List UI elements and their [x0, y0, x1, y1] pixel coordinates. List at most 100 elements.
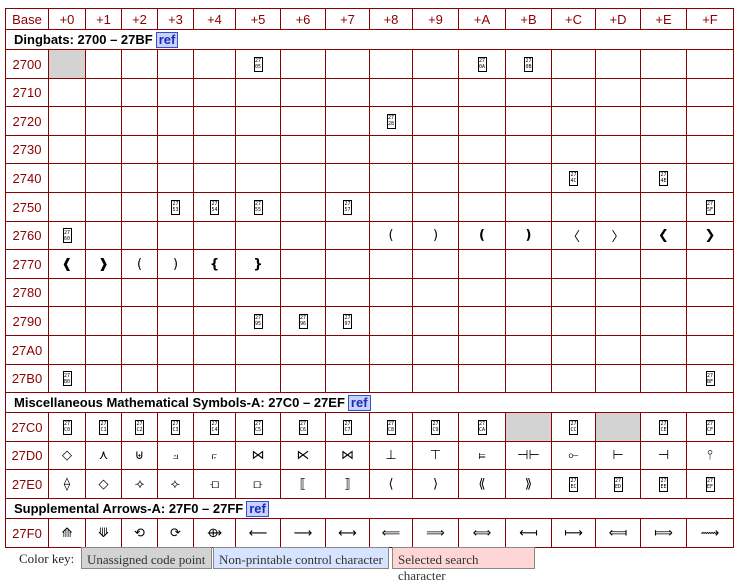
code-point-cell[interactable]: ⋏ — [85, 441, 122, 470]
code-point-cell[interactable] — [412, 335, 459, 365]
code-point-cell[interactable] — [551, 135, 596, 164]
code-point-cell[interactable] — [85, 106, 122, 136]
code-point-cell[interactable] — [551, 335, 596, 365]
code-point-cell[interactable]: ⟔ — [193, 441, 236, 470]
code-point-cell[interactable] — [595, 412, 641, 442]
code-point-cell[interactable] — [193, 221, 236, 250]
code-point-cell[interactable]: 27 53 — [157, 192, 194, 222]
code-point-cell[interactable]: ⫢ — [458, 441, 506, 470]
code-point-cell[interactable]: 〈 — [551, 221, 596, 250]
code-point-cell[interactable] — [325, 249, 370, 279]
code-point-cell[interactable] — [193, 49, 236, 79]
code-point-cell[interactable]: 27 0B — [505, 49, 552, 79]
code-point-cell[interactable] — [640, 364, 687, 393]
code-point-cell[interactable] — [369, 49, 413, 79]
code-point-cell[interactable]: ) — [505, 221, 552, 250]
code-point-cell[interactable] — [412, 49, 459, 79]
code-point-cell[interactable] — [412, 249, 459, 279]
code-point-cell[interactable] — [369, 364, 413, 393]
code-point-cell[interactable] — [121, 78, 158, 107]
code-point-cell[interactable]: ⟲ — [121, 518, 158, 548]
ref-link[interactable]: ref — [246, 500, 269, 517]
code-point-cell[interactable] — [280, 49, 326, 79]
code-point-cell[interactable] — [412, 306, 459, 336]
code-point-cell[interactable]: 27 C0 — [48, 412, 86, 442]
code-point-cell[interactable]: { — [193, 249, 236, 279]
code-point-cell[interactable] — [48, 135, 86, 164]
code-point-cell[interactable]: ⟳ — [157, 518, 194, 548]
code-point-cell[interactable] — [595, 78, 641, 107]
code-point-cell[interactable]: 27 CF — [686, 412, 734, 442]
code-point-cell[interactable] — [458, 249, 506, 279]
code-point-cell[interactable] — [551, 278, 596, 307]
code-point-cell[interactable]: ⊤ — [412, 441, 459, 470]
code-point-cell[interactable]: ⟱ — [85, 518, 122, 548]
code-point-cell[interactable]: ⊢ — [595, 441, 641, 470]
code-point-cell[interactable] — [121, 192, 158, 222]
code-point-cell[interactable] — [280, 335, 326, 365]
code-point-cell[interactable]: 27 95 — [235, 306, 281, 336]
code-point-cell[interactable] — [551, 106, 596, 136]
code-point-cell[interactable] — [157, 49, 194, 79]
code-point-cell[interactable] — [235, 106, 281, 136]
code-point-cell[interactable]: 27 54 — [193, 192, 236, 222]
code-point-cell[interactable] — [412, 78, 459, 107]
code-point-cell[interactable] — [193, 364, 236, 393]
code-point-cell[interactable] — [505, 412, 552, 442]
code-point-cell[interactable] — [48, 335, 86, 365]
code-point-cell[interactable] — [280, 135, 326, 164]
code-point-cell[interactable]: 27 EE — [640, 469, 687, 499]
code-point-cell[interactable] — [595, 278, 641, 307]
code-point-cell[interactable] — [369, 192, 413, 222]
code-point-cell[interactable] — [121, 221, 158, 250]
code-point-cell[interactable]: ⟨ — [369, 469, 413, 499]
code-point-cell[interactable] — [369, 306, 413, 336]
code-point-cell[interactable]: 27 CC — [551, 412, 596, 442]
code-point-cell[interactable] — [121, 135, 158, 164]
code-point-cell[interactable] — [458, 135, 506, 164]
code-point-cell[interactable] — [325, 364, 370, 393]
code-point-cell[interactable] — [280, 221, 326, 250]
code-point-cell[interactable]: 27 96 — [280, 306, 326, 336]
code-point-cell[interactable]: ⟫ — [505, 469, 552, 499]
code-point-cell[interactable]: ◇ — [85, 469, 122, 499]
code-point-cell[interactable] — [412, 163, 459, 193]
code-point-cell[interactable]: 27 C3 — [157, 412, 194, 442]
code-point-cell[interactable] — [325, 278, 370, 307]
code-point-cell[interactable]: 27 ED — [595, 469, 641, 499]
code-point-cell[interactable]: 27 BF — [686, 364, 734, 393]
code-point-cell[interactable] — [369, 249, 413, 279]
code-point-cell[interactable] — [48, 192, 86, 222]
code-point-cell[interactable] — [85, 364, 122, 393]
code-point-cell[interactable] — [235, 278, 281, 307]
code-point-cell[interactable] — [157, 306, 194, 336]
code-point-cell[interactable] — [369, 135, 413, 164]
code-point-cell[interactable] — [280, 364, 326, 393]
code-point-cell[interactable] — [325, 49, 370, 79]
code-point-cell[interactable]: 27 B0 — [48, 364, 86, 393]
code-point-cell[interactable] — [157, 163, 194, 193]
code-point-cell[interactable]: ❱ — [85, 249, 122, 279]
code-point-cell[interactable] — [193, 78, 236, 107]
code-point-cell[interactable]: ⋈ — [325, 441, 370, 470]
code-point-cell[interactable] — [551, 306, 596, 336]
code-point-cell[interactable] — [193, 135, 236, 164]
code-point-cell[interactable] — [325, 221, 370, 250]
code-point-cell[interactable] — [369, 163, 413, 193]
code-point-cell[interactable] — [280, 106, 326, 136]
code-point-cell[interactable] — [48, 106, 86, 136]
code-point-cell[interactable]: 27 C5 — [235, 412, 281, 442]
code-point-cell[interactable] — [325, 135, 370, 164]
code-point-cell[interactable] — [235, 135, 281, 164]
code-point-cell[interactable] — [85, 221, 122, 250]
code-point-cell[interactable]: ⋉ — [280, 441, 326, 470]
code-point-cell[interactable] — [85, 335, 122, 365]
code-point-cell[interactable] — [686, 163, 734, 193]
code-point-cell[interactable] — [235, 163, 281, 193]
code-point-cell[interactable] — [640, 106, 687, 136]
code-point-cell[interactable]: ⟵ — [235, 518, 281, 548]
code-point-cell[interactable]: ⟷ — [325, 518, 370, 548]
code-point-cell[interactable] — [458, 306, 506, 336]
code-point-cell[interactable]: ⟢ — [121, 469, 158, 499]
code-point-cell[interactable]: ⟧ — [325, 469, 370, 499]
